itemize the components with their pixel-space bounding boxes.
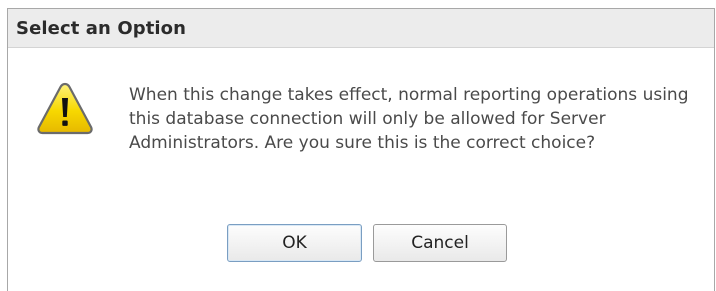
dialog-title: Select an Option	[16, 17, 187, 39]
ok-button[interactable]: OK	[227, 224, 362, 262]
select-option-dialog: Select an Option When this change takes …	[7, 8, 715, 291]
dialog-title-bar: Select an Option	[8, 9, 714, 48]
dialog-message: When this change takes effect, normal re…	[129, 85, 689, 153]
cancel-button[interactable]: Cancel	[373, 224, 507, 262]
ok-button-label: OK	[282, 233, 307, 253]
warning-icon	[37, 82, 93, 135]
cancel-button-label: Cancel	[411, 233, 469, 253]
